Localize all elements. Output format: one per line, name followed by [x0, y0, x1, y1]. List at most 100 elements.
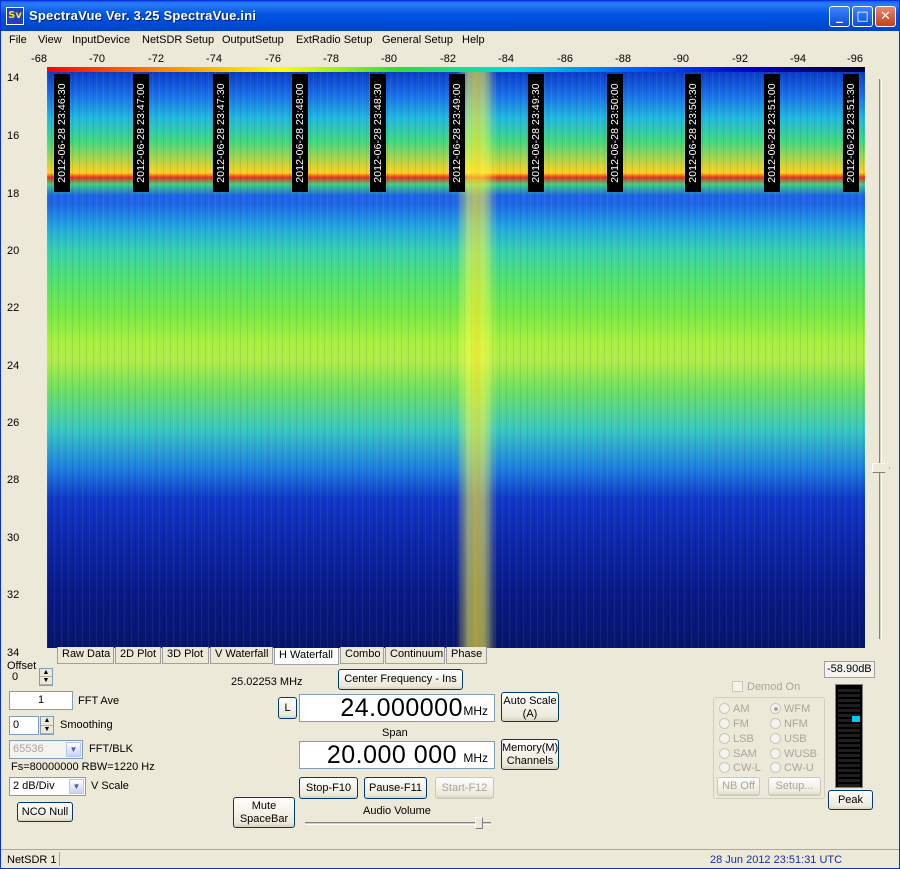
time-tick: 32 [7, 589, 20, 601]
l-button[interactable]: L [278, 697, 297, 719]
menu-help[interactable]: Help [462, 34, 485, 46]
display-offset-slider[interactable] [872, 79, 890, 639]
app-icon[interactable]: Sv [6, 7, 24, 25]
close-button[interactable]: ✕ [875, 6, 896, 27]
radio-icon [719, 733, 730, 744]
checkbox-icon [732, 681, 743, 692]
auto-scale-button[interactable]: Auto Scale (A) [501, 692, 559, 722]
meter-segment [838, 784, 860, 787]
tab-combo[interactable]: Combo [340, 647, 384, 664]
start-button[interactable]: Start-F12 [435, 777, 494, 799]
offset-spinner[interactable]: ▲ ▼ [39, 668, 53, 686]
span-label: Span [382, 727, 408, 739]
timestamp-label: 2012-06-28 23:50:00 [607, 74, 623, 192]
meter-segment [838, 699, 860, 702]
tab-2d-plot[interactable]: 2D Plot [115, 647, 161, 664]
smoothing-label: Smoothing [60, 719, 113, 731]
nb-off-button[interactable]: NB Off [717, 777, 760, 796]
fft-ave-label: FFT Ave [78, 695, 120, 707]
center-frequency-button[interactable]: Center Frequency - Ins [338, 669, 463, 690]
tab-3d-plot[interactable]: 3D Plot [162, 647, 209, 664]
radio-wusb[interactable]: WUSB [770, 748, 817, 760]
freq-tick: -76 [265, 53, 281, 65]
freq-tick: -84 [498, 53, 514, 65]
meter-segment [838, 769, 860, 772]
device-status: NetSDR 1 [7, 854, 57, 866]
meter-segment [838, 749, 860, 752]
menu-bar: File View InputDevice NetSDR Setup Outpu… [1, 31, 899, 51]
meter-level-marker [852, 716, 860, 722]
tab-phase[interactable]: Phase [446, 647, 487, 664]
tab-raw-data[interactable]: Raw Data [57, 647, 114, 664]
demod-checkbox[interactable]: Demod On [732, 681, 800, 693]
offset-value[interactable]: 0 [9, 671, 37, 686]
maximize-button[interactable]: □ [852, 6, 873, 27]
minimize-button[interactable]: _ [829, 6, 850, 27]
center-frequency-display[interactable]: 24.000000 MHz [299, 694, 495, 722]
menu-view[interactable]: View [38, 34, 62, 46]
pause-button[interactable]: Pause-F11 [364, 777, 427, 799]
radio-wfm[interactable]: WFM [770, 703, 810, 715]
time-tick: 28 [7, 474, 20, 486]
menu-input-device[interactable]: InputDevice [72, 34, 130, 46]
radio-nfm[interactable]: NFM [770, 718, 808, 730]
tab-v-waterfall[interactable]: V Waterfall [210, 647, 273, 664]
timestamp-label: 2012-06-28 23:48:30 [370, 74, 386, 192]
level-readout: -58.90dB [824, 661, 875, 678]
timestamp-label: 2012-06-28 23:48:00 [292, 74, 308, 192]
radio-cw-l[interactable]: CW-L [719, 762, 761, 774]
timestamp-label: 2012-06-28 23:51:00 [764, 74, 780, 192]
span-display[interactable]: 20.000 000 MHz [299, 741, 495, 769]
memory-channels-button[interactable]: Memory(M) Channels [501, 739, 559, 770]
stop-button[interactable]: Stop-F10 [299, 777, 358, 799]
peak-button[interactable]: Peak [828, 790, 873, 810]
menu-netsdr-setup[interactable]: NetSDR Setup [142, 34, 214, 46]
time-tick: 26 [7, 417, 20, 429]
smoothing-spinner[interactable]: ▲ ▼ [40, 716, 54, 735]
waterfall-display[interactable]: 2012-06-28 23:46:30 2012-06-28 23:47:00 … [47, 72, 865, 648]
mute-button[interactable]: Mute SpaceBar [233, 797, 295, 828]
meter-segment [838, 724, 860, 727]
radio-icon [719, 703, 730, 714]
meter-segment [838, 739, 860, 742]
meter-segment [838, 759, 860, 762]
menu-extradio-setup[interactable]: ExtRadio Setup [296, 34, 372, 46]
radio-am[interactable]: AM [719, 703, 750, 715]
radio-fm[interactable]: FM [719, 718, 749, 730]
vscale-select[interactable]: 2 dB/Div ▼ [9, 777, 86, 796]
window-title: SpectraVue Ver. 3.25 SpectraVue.ini [29, 8, 257, 23]
demod-mode-group: AM WFM FM NFM LSB USB SAM WUSB CW-L CW-U… [713, 697, 825, 799]
radio-icon [770, 762, 781, 773]
fft-blk-select[interactable]: 65536 ▼ [9, 740, 83, 759]
timestamp-label: 2012-06-28 23:46:30 [54, 74, 70, 192]
chevron-down-icon: ▼ [69, 779, 84, 794]
tab-h-waterfall[interactable]: H Waterfall [274, 648, 339, 665]
menu-output-setup[interactable]: OutputSetup [222, 34, 284, 46]
frequency-scale: -68 -70 -72 -74 -76 -78 -80 -82 -84 -86 … [31, 53, 865, 67]
slider-thumb[interactable] [872, 463, 890, 473]
status-bar: NetSDR 1 28 Jun 2012 23:51:31 UTC [1, 849, 899, 869]
meter-segment [838, 754, 860, 757]
time-tick: 30 [7, 532, 20, 544]
fft-blk-label: FFT/BLK [89, 743, 134, 755]
audio-volume-slider[interactable] [305, 817, 491, 829]
freq-tick: -86 [557, 53, 573, 65]
menu-general-setup[interactable]: General Setup [382, 34, 453, 46]
menu-file[interactable]: File [9, 34, 27, 46]
radio-icon [719, 762, 730, 773]
radio-cw-u[interactable]: CW-U [770, 762, 814, 774]
time-scale: 14 16 18 20 22 24 26 28 30 32 34 [3, 72, 47, 662]
freq-tick: -94 [790, 53, 806, 65]
radio-icon [770, 703, 781, 714]
tab-continuum[interactable]: Continuum [385, 647, 445, 664]
setup-button[interactable]: Setup... [768, 777, 821, 796]
freq-tick: -92 [732, 53, 748, 65]
title-bar[interactable]: Sv SpectraVue Ver. 3.25 SpectraVue.ini _… [1, 1, 899, 31]
nco-null-button[interactable]: NCO Null [17, 802, 73, 822]
smoothing-input[interactable]: 0 [9, 716, 39, 735]
radio-sam[interactable]: SAM [719, 748, 757, 760]
radio-usb[interactable]: USB [770, 733, 807, 745]
radio-lsb[interactable]: LSB [719, 733, 754, 745]
volume-thumb[interactable] [475, 817, 483, 829]
fft-ave-input[interactable]: 1 [9, 691, 73, 710]
